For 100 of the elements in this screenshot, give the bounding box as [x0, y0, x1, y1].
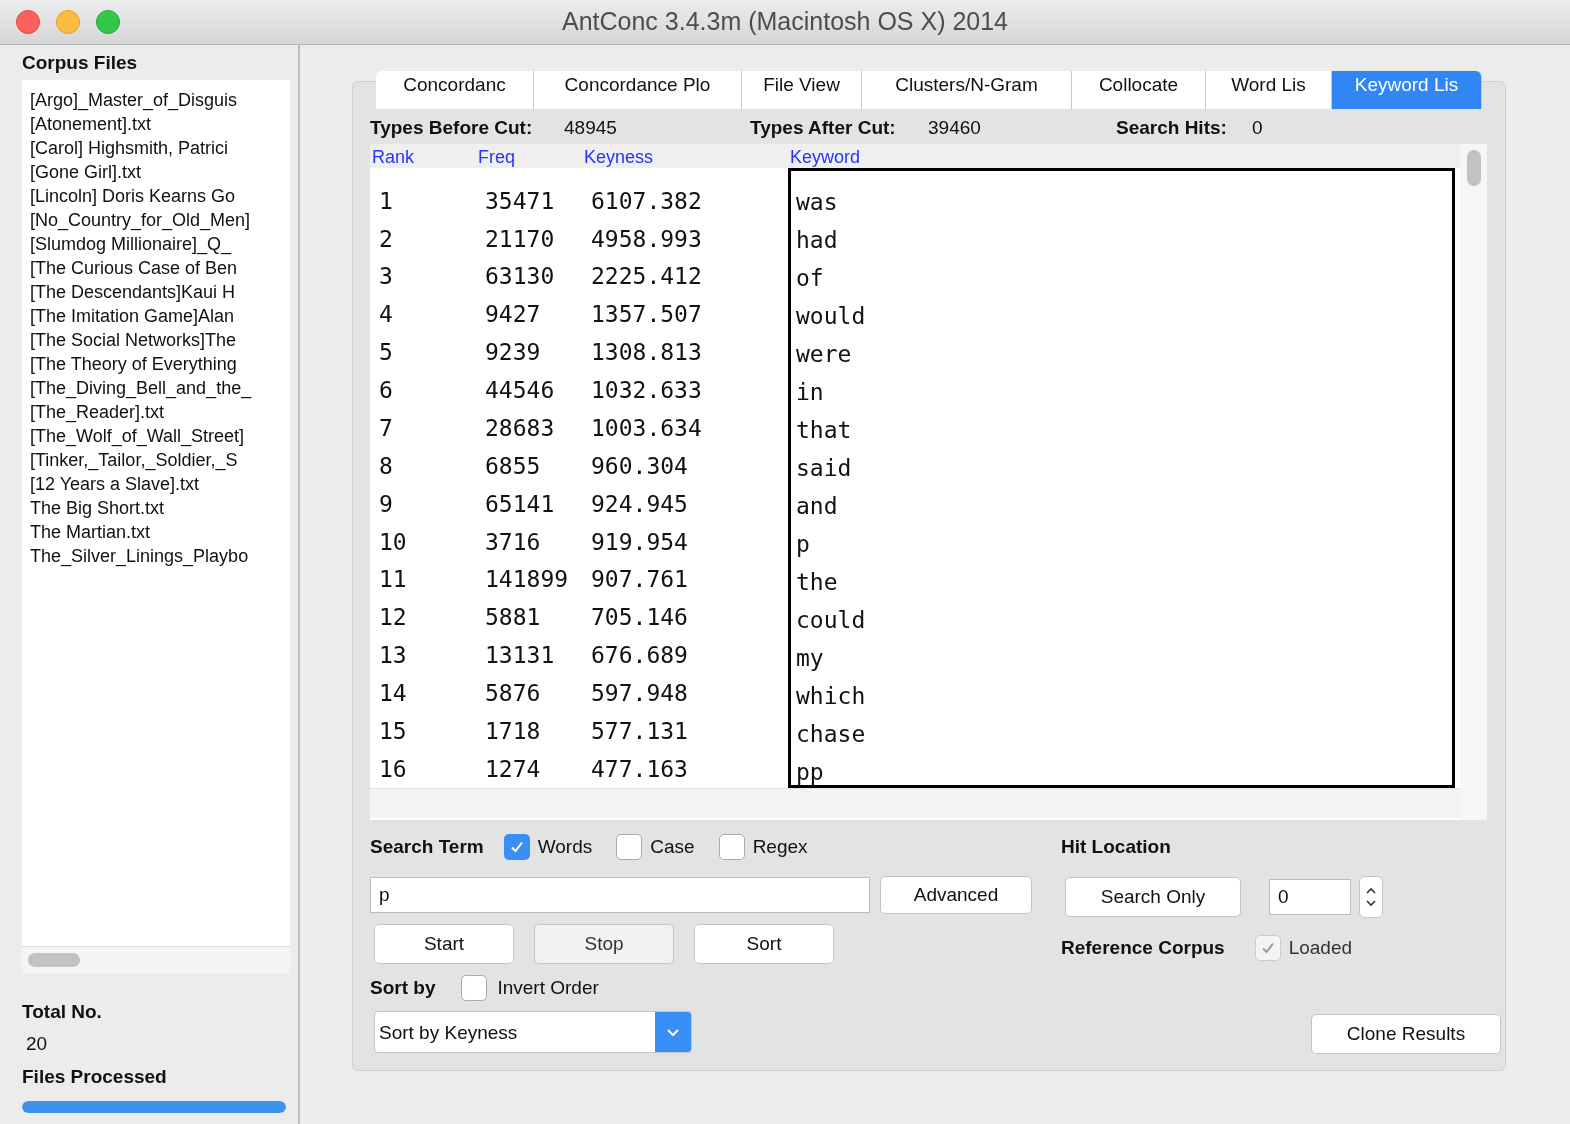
- table-cell-text: 577.131: [590, 716, 689, 746]
- table-cell-text: 6: [378, 376, 394, 406]
- table-cell-text: 477.163: [590, 754, 689, 784]
- table-cell-text: 1308.813: [590, 338, 703, 368]
- checkbox[interactable]: [616, 834, 643, 860]
- checkbox-label: Case: [650, 834, 695, 859]
- hit-location-label: Hit Location: [1061, 835, 1172, 859]
- column-header[interactable]: Keyword: [788, 144, 1454, 168]
- sort-by-label: Sort by: [370, 976, 436, 1000]
- stat-value: 48945: [564, 115, 618, 140]
- stepper-arrows-icon: [1365, 885, 1377, 909]
- table-cell-text: were: [795, 340, 853, 369]
- file-item[interactable]: [Atonement].txt: [30, 111, 290, 136]
- column-header[interactable]: Freq: [476, 144, 576, 168]
- files-processed-label: Files Processed: [22, 1064, 168, 1089]
- column-header[interactable]: Keyness: [582, 144, 782, 168]
- search-only-button[interactable]: Search Only: [1065, 877, 1241, 917]
- sort-dropdown[interactable]: Sort by Keyness: [374, 1010, 692, 1053]
- table-cell-text: 3: [378, 262, 394, 292]
- table-cell-text: chase: [795, 720, 867, 749]
- checkbox[interactable]: [1254, 935, 1281, 961]
- stepper[interactable]: [1359, 876, 1383, 918]
- file-item[interactable]: [No_Country_for_Old_Men]: [30, 207, 290, 232]
- table-cell-text: 5: [378, 338, 394, 368]
- table-cell-text: and: [795, 492, 839, 521]
- table-cell-text: 10: [378, 527, 408, 557]
- table-cell-text: 6855: [484, 451, 542, 481]
- stat-label: Search Hits:: [1116, 115, 1228, 140]
- tab[interactable]: Keyword Lis: [1332, 71, 1482, 109]
- checkbox-label: Regex: [752, 834, 808, 859]
- file-item[interactable]: [The Curious Case of Ben: [30, 255, 290, 280]
- file-item[interactable]: The Big Short.txt: [30, 495, 290, 520]
- file-item[interactable]: [The Descendants]Kaui H: [30, 279, 290, 304]
- file-item[interactable]: [12 Years a Slave].txt: [30, 471, 290, 496]
- clone-results-button[interactable]: Clone Results: [1311, 1014, 1501, 1054]
- table-cell-text: 44546: [484, 376, 556, 406]
- hit-location-field[interactable]: 0: [1269, 879, 1351, 915]
- stat-label: Types After Cut:: [750, 115, 897, 140]
- tab[interactable]: File View: [742, 71, 862, 109]
- action-button[interactable]: Start: [374, 924, 514, 964]
- reference-corpus-label: Reference Corpus: [1061, 935, 1225, 960]
- table-cell-text: 2: [378, 224, 394, 254]
- table-cell-text: 8: [378, 451, 394, 481]
- table-cell-text: 1357.507: [590, 300, 703, 330]
- table-cell-text: in: [795, 378, 825, 407]
- file-item[interactable]: [Gone Girl].txt: [30, 159, 290, 184]
- table-cell-text: my: [795, 644, 825, 673]
- tab[interactable]: Word Lis: [1206, 71, 1332, 109]
- checkbox-label: Words: [537, 834, 593, 859]
- table-cell-text: would: [795, 302, 867, 331]
- table-cell-text: 960.304: [590, 451, 689, 481]
- table-cell-text: 5881: [484, 603, 542, 633]
- file-item[interactable]: [The Imitation Game]Alan: [30, 303, 290, 328]
- action-button[interactable]: Sort: [694, 924, 834, 964]
- table-cell-text: 1718: [484, 716, 542, 746]
- close-button[interactable]: [16, 10, 40, 34]
- table-cell-text: 28683: [484, 413, 556, 443]
- file-item[interactable]: [Lincoln] Doris Kearns Go: [30, 183, 290, 208]
- file-item[interactable]: [Argo]_Master_of_Disguis: [30, 87, 290, 112]
- minimize-button[interactable]: [56, 10, 80, 34]
- column-header[interactable]: Rank: [370, 144, 470, 168]
- stat-value: 39460: [928, 115, 982, 140]
- table-cell-text: pp: [795, 758, 825, 787]
- checkbox[interactable]: [718, 834, 745, 860]
- tab[interactable]: Concordance Plo: [534, 71, 742, 109]
- advanced-button[interactable]: Advanced: [880, 876, 1032, 914]
- table-cell-text: 11: [378, 565, 408, 595]
- file-item[interactable]: [Tinker,_Tailor,_Soldier,_S: [30, 447, 290, 472]
- table-cell-text: 15: [378, 716, 408, 746]
- file-item[interactable]: [The_Diving_Bell_and_the_: [30, 375, 290, 400]
- file-item[interactable]: [The_Reader].txt: [30, 399, 290, 424]
- table-cell-text: 5876: [484, 679, 542, 709]
- file-item[interactable]: [The Theory of Everything: [30, 351, 290, 376]
- table-cell-text: 6107.382: [590, 186, 703, 216]
- tab[interactable]: Concordanc: [376, 71, 534, 109]
- table-cell-text: had: [795, 226, 839, 255]
- file-item[interactable]: [The_Wolf_of_Wall_Street]: [30, 423, 290, 448]
- table-cell-text: 63130: [484, 262, 556, 292]
- scrollbar-thumb[interactable]: [1466, 150, 1481, 186]
- search-field[interactable]: p: [370, 877, 870, 913]
- table-cell-text: 907.761: [590, 565, 689, 595]
- scrollbar-thumb[interactable]: [28, 953, 80, 967]
- table-cell-text: 919.954: [590, 527, 689, 557]
- table-cell-text: was: [795, 188, 839, 217]
- tab[interactable]: Clusters/N-Gram: [862, 71, 1072, 109]
- table-cell-text: p: [795, 530, 811, 559]
- tab[interactable]: Collocate: [1072, 71, 1206, 109]
- search-term-label: Search Term: [370, 834, 484, 859]
- file-item[interactable]: The_Silver_Linings_Playbo: [30, 543, 290, 568]
- zoom-button[interactable]: [96, 10, 120, 34]
- file-item[interactable]: [Carol] Highsmith, Patrici: [30, 135, 290, 160]
- file-item[interactable]: [Slumdog Millionaire]_Q_: [30, 231, 290, 256]
- file-item[interactable]: The Martian.txt: [30, 519, 290, 544]
- file-item[interactable]: [The Social Networks]The: [30, 327, 290, 352]
- table-cell-text: 1003.634: [590, 413, 703, 443]
- table-cell-text: 2225.412: [590, 262, 703, 292]
- checkbox[interactable]: [461, 975, 488, 1002]
- table-cell-text: 12: [378, 603, 408, 633]
- checkbox[interactable]: [503, 834, 530, 860]
- table-cell-text: the: [795, 568, 839, 597]
